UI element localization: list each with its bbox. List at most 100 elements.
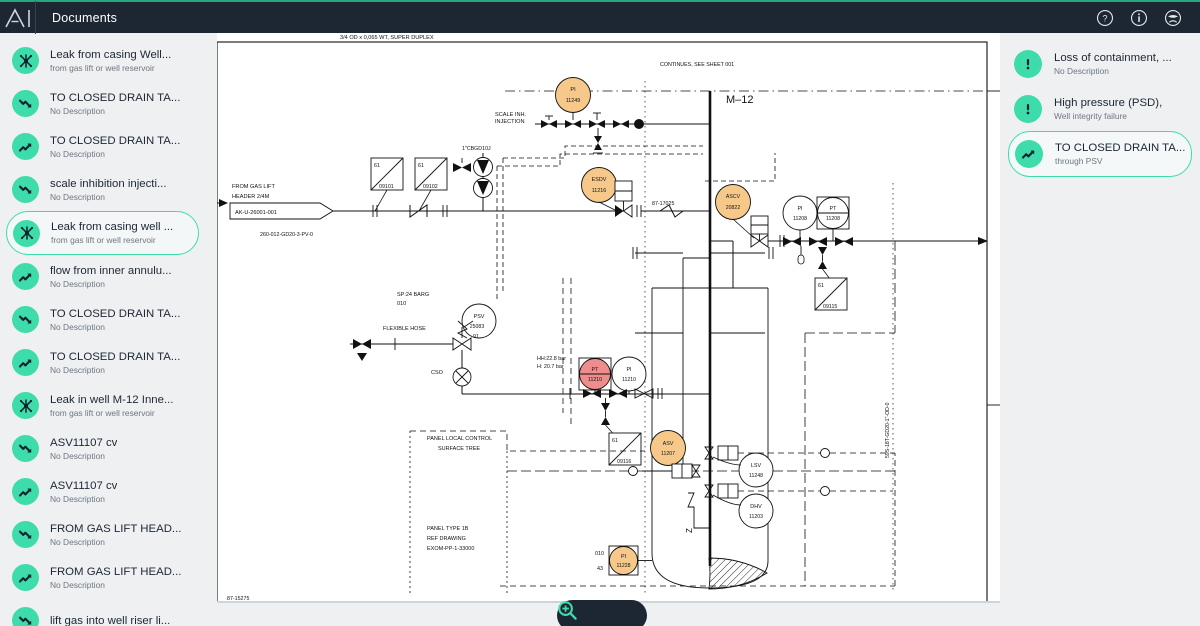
trend-up-icon-badge xyxy=(12,133,39,160)
sidebar-item-text: Leak in well M-12 Inne... from gas lift o… xyxy=(50,393,173,419)
svg-text:010: 010 xyxy=(595,551,604,557)
unhappy-face-icon[interactable] xyxy=(1164,9,1182,27)
sidebar-item[interactable]: scale inhibition injecti... No Descriptio… xyxy=(6,168,199,211)
rightbar-item-selected[interactable]: TO CLOSED DRAIN TA... through PSV xyxy=(1008,131,1192,177)
svg-text:PANEL LOCAL CONTROL: PANEL LOCAL CONTROL xyxy=(427,436,492,442)
svg-text:Z: Z xyxy=(685,528,694,533)
rightbar-item-title: High pressure (PSD), xyxy=(1054,96,1163,109)
trend-down-icon-badge xyxy=(12,521,39,548)
svg-text:PI: PI xyxy=(626,367,631,373)
svg-text:61: 61 xyxy=(374,163,380,169)
svg-text:11203: 11203 xyxy=(749,514,763,520)
rightbar-item-subtitle: No Description xyxy=(1054,65,1109,76)
sidebar-item[interactable]: TO CLOSED DRAIN TA... No Description xyxy=(6,82,199,125)
svg-text:3/4 OD x 0,065 WT, SUPER DUPLE: 3/4 OD x 0,065 WT, SUPER DUPLEX xyxy=(340,35,434,41)
trend-up-icon-badge xyxy=(12,564,39,591)
svg-text:HEADER 2/4M: HEADER 2/4M xyxy=(232,194,270,200)
sidebar-item[interactable]: FROM GAS LIFT HEAD... No Description xyxy=(6,513,199,556)
sidebar-item-title: Leak in well M-12 Inne... xyxy=(50,393,174,406)
sidebar-item[interactable]: TO CLOSED DRAIN TA... No Description xyxy=(6,298,199,341)
sidebar-item-text: Leak from casing Well... from gas lift or… xyxy=(50,48,171,74)
trend-down-icon-badge xyxy=(12,607,39,626)
svg-text:09102: 09102 xyxy=(423,184,438,190)
pid-diagram-canvas[interactable]: 3/4 OD x 0,065 WT, SUPER DUPLEX CONTINUE… xyxy=(205,33,1000,626)
sidebar-item-subtitle: No Description xyxy=(50,493,105,504)
sidebar-item-title: ASV11107 cv xyxy=(50,479,118,492)
trend-down-icon xyxy=(18,444,31,453)
sidebar-item-title: Leak from casing well ... xyxy=(51,221,174,233)
svg-text:11210: 11210 xyxy=(588,377,602,383)
trend-down-icon-badge xyxy=(12,176,39,203)
svg-text:SURFACE TREE: SURFACE TREE xyxy=(438,446,480,452)
svg-text:20822: 20822 xyxy=(726,205,741,211)
rightbar-item-text: Loss of containment, ... No Description xyxy=(1054,51,1172,77)
trend-down-icon-badge xyxy=(12,435,39,462)
svg-text:DHV: DHV xyxy=(750,504,762,510)
sidebar-item-subtitle: No Description xyxy=(50,536,105,547)
info-icon[interactable] xyxy=(1130,9,1148,27)
sidebar-item[interactable]: Leak in well M-12 Inne... from gas lift o… xyxy=(6,384,199,427)
svg-text:PI: PI xyxy=(621,554,626,560)
sidebar-item-title: scale inhibition injecti... xyxy=(50,177,167,190)
svg-text:11210: 11210 xyxy=(622,377,636,383)
rightbar-item-subtitle: through PSV xyxy=(1055,156,1103,166)
svg-text:INJECTION: INJECTION xyxy=(495,119,525,125)
sidebar-item[interactable]: lift gas into well riser li... xyxy=(6,599,199,626)
scatter-node-icon xyxy=(20,226,33,240)
rightbar-item[interactable]: High pressure (PSD), Well integrity failu… xyxy=(1008,86,1192,131)
rightbar-item[interactable]: Loss of containment, ... No Description xyxy=(1008,41,1192,86)
sidebar-item-subtitle: No Description xyxy=(50,450,105,461)
svg-text:CONTINUES, SEE SHEET 001: CONTINUES, SEE SHEET 001 xyxy=(660,62,734,68)
svg-text:11207: 11207 xyxy=(661,451,675,457)
svg-text:87-17025: 87-17025 xyxy=(652,201,674,207)
sidebar-item-text: TO CLOSED DRAIN TA... No Description xyxy=(50,307,180,333)
svg-text:1"CBGD10J: 1"CBGD10J xyxy=(462,146,491,152)
help-icon[interactable]: ? xyxy=(1096,9,1114,27)
svg-text:CSO: CSO xyxy=(431,370,444,376)
left-sidebar[interactable]: Leak from casing Well... from gas lift or… xyxy=(0,33,205,626)
svg-text:ASCV: ASCV xyxy=(726,194,741,200)
rightbar-item-text: TO CLOSED DRAIN TA... through PSV xyxy=(1055,141,1185,167)
svg-text:FLEXIBLE HOSE: FLEXIBLE HOSE xyxy=(383,326,426,332)
sidebar-item[interactable]: ASV11107 cv No Description xyxy=(6,470,199,513)
sidebar-item-title: FROM GAS LIFT HEAD... xyxy=(50,522,182,535)
alert-exclamation-icon xyxy=(1026,58,1030,69)
sidebar-item-selected[interactable]: Leak from casing well ... from gas lift o… xyxy=(6,211,199,255)
sidebar-item[interactable]: Leak from casing Well... from gas lift or… xyxy=(6,39,199,82)
svg-text:AK-U-26001-001: AK-U-26001-001 xyxy=(235,210,277,216)
trend-down-icon-badge xyxy=(12,90,39,117)
rightbar-item-subtitle: Well integrity failure xyxy=(1054,110,1127,121)
trend-up-icon xyxy=(1021,150,1035,159)
svg-text:11208: 11208 xyxy=(793,216,807,222)
sidebar-item[interactable]: TO CLOSED DRAIN TA... No Description xyxy=(6,341,199,384)
sidebar-item-subtitle: from gas lift or well reservoir xyxy=(50,407,155,418)
svg-text:REF DRAWING: REF DRAWING xyxy=(427,536,466,542)
pid-drawing: 3/4 OD x 0,065 WT, SUPER DUPLEX CONTINUE… xyxy=(212,35,1000,617)
svg-text:PI: PI xyxy=(797,206,802,212)
trend-up-icon-badge xyxy=(12,478,39,505)
zoom-controls[interactable] xyxy=(557,600,647,626)
sidebar-item[interactable]: flow from inner annulu... No Description xyxy=(6,255,199,298)
svg-text:91: 91 xyxy=(473,334,479,340)
svg-text:PT: PT xyxy=(592,367,600,373)
zoom-out-icon[interactable] xyxy=(557,600,578,621)
svg-text:09115: 09115 xyxy=(823,304,837,310)
sidebar-item-text: ASV11107 cv No Description xyxy=(50,436,117,462)
sidebar-item-subtitle: No Description xyxy=(50,148,105,159)
sidebar-item-text: FROM GAS LIFT HEAD... No Description xyxy=(50,522,181,548)
right-sidebar[interactable]: Loss of containment, ... No Description Hi… xyxy=(1000,33,1200,626)
alert-exclamation-icon xyxy=(1026,103,1030,114)
trend-down-icon xyxy=(18,315,31,324)
svg-text:H: 20.7 bar: H: 20.7 bar xyxy=(537,364,564,370)
sidebar-item[interactable]: ASV11107 cv No Description xyxy=(6,427,199,470)
ai-logo-icon[interactable] xyxy=(2,1,35,34)
svg-text:HH:22.8 bar: HH:22.8 bar xyxy=(537,356,566,362)
sidebar-item[interactable]: TO CLOSED DRAIN TA... No Description xyxy=(6,125,199,168)
trend-up-icon xyxy=(18,359,31,368)
sidebar-item[interactable]: FROM GAS LIFT HEAD... No Description xyxy=(6,556,199,599)
trend-up-icon xyxy=(18,574,31,583)
sidebar-item-text: TO CLOSED DRAIN TA... No Description xyxy=(50,91,180,117)
svg-text:11249: 11249 xyxy=(566,98,581,104)
svg-text:09116: 09116 xyxy=(617,459,631,465)
sidebar-item-title: flow from inner annulu... xyxy=(50,264,172,277)
